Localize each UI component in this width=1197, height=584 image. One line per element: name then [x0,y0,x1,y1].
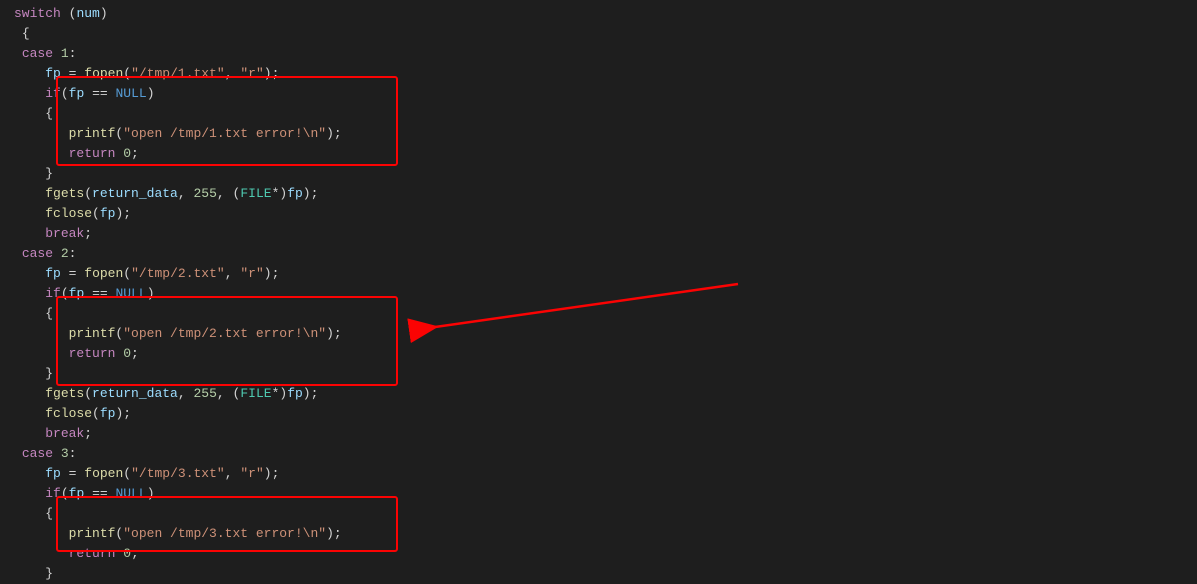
var-fp-chk-3: fp [69,486,85,501]
fn-printf-2: printf [69,326,116,341]
kw-case-2: case [22,246,53,261]
var-fp-chk-2: fp [69,286,85,301]
str-mode-1: "r" [240,66,263,81]
num-255-1: 255 [194,186,217,201]
code-editor[interactable]: switch (num) { case 1: fp = fopen("/tmp/… [14,4,1197,584]
var-fp-2: fp [45,266,61,281]
num-zero-3: 0 [123,546,131,561]
var-fp-close-1: fp [100,206,116,221]
num-2: 2 [61,246,69,261]
kw-null-2: NULL [115,286,146,301]
num-zero-1: 0 [123,146,131,161]
fn-fopen-2: fopen [84,266,123,281]
fn-fopen-1: fopen [84,66,123,81]
var-retdata-2: return_data [92,386,178,401]
kw-if-1: if [45,86,61,101]
fn-fclose-1: fclose [45,206,92,221]
kw-return-1: return [69,146,116,161]
kw-break-2: break [45,426,84,441]
var-fp-cast-2: fp [287,386,303,401]
fn-fgets-1: fgets [45,186,84,201]
str-err-1: "open /tmp/1.txt error!\n" [123,126,326,141]
str-path-3: "/tmp/3.txt" [131,466,225,481]
fn-fopen-3: fopen [84,466,123,481]
str-err-3: "open /tmp/3.txt error!\n" [123,526,326,541]
type-file-1: FILE [240,186,271,201]
var-fp-3: fp [45,466,61,481]
num-3: 3 [61,446,69,461]
kw-if-3: if [45,486,61,501]
num-255-2: 255 [194,386,217,401]
fn-printf-3: printf [69,526,116,541]
var-fp-1: fp [69,86,85,101]
kw-return-2: return [69,346,116,361]
str-mode-2: "r" [240,266,263,281]
kw-null-3: NULL [115,486,146,501]
fn-fgets-2: fgets [45,386,84,401]
num-zero-2: 0 [123,346,131,361]
var-fp-close-2: fp [100,406,116,421]
str-err-2: "open /tmp/2.txt error!\n" [123,326,326,341]
kw-case-1: case [22,46,53,61]
var-num: num [76,6,99,21]
fn-fclose-2: fclose [45,406,92,421]
kw-null-1: NULL [115,86,146,101]
kw-switch: switch [14,6,61,21]
fn-printf-1: printf [69,126,116,141]
str-path-2: "/tmp/2.txt" [131,266,225,281]
kw-if-2: if [45,286,61,301]
str-mode-3: "r" [240,466,263,481]
type-file-2: FILE [240,386,271,401]
str-path-1: "/tmp/1.txt" [131,66,225,81]
kw-return-3: return [69,546,116,561]
var-retdata-1: return_data [92,186,178,201]
var-fp-cast-1: fp [287,186,303,201]
num-1: 1 [61,46,69,61]
kw-break-1: break [45,226,84,241]
kw-case-3: case [22,446,53,461]
var-fp: fp [45,66,61,81]
